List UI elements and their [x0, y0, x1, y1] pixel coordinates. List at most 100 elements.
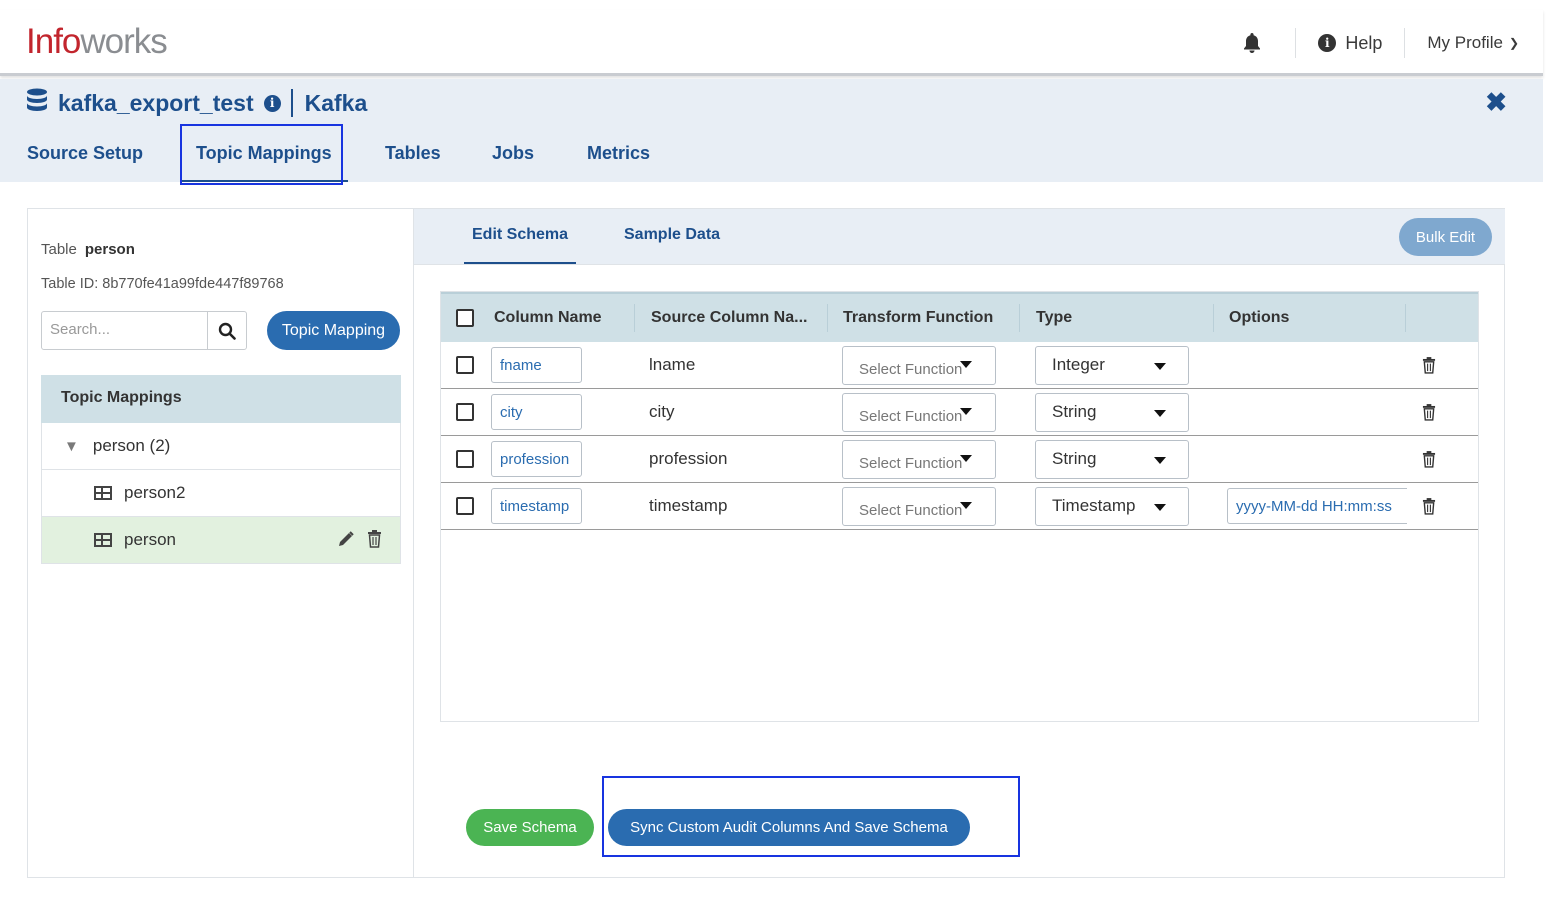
row-checkbox[interactable] — [456, 497, 474, 515]
save-schema-button[interactable]: Save Schema — [466, 809, 594, 846]
select-function-label: Select Function — [859, 454, 963, 472]
tree-item-label: person — [124, 530, 176, 549]
col-header-options[interactable]: Options — [1229, 294, 1289, 342]
column-name-input[interactable]: profession — [491, 441, 582, 477]
info-icon: i — [1318, 34, 1337, 52]
chevron-down-icon: ❯ — [1508, 36, 1519, 50]
col-divider — [1405, 304, 1406, 332]
close-icon[interactable]: ✖ — [1485, 87, 1507, 118]
database-icon — [26, 88, 48, 118]
select-all-checkbox-cell — [456, 294, 474, 342]
tree-item-label: person (2) — [92, 436, 171, 455]
help-link[interactable]: i Help — [1318, 33, 1382, 54]
source-name: kafka_export_test — [58, 89, 254, 116]
type-select[interactable]: Integer — [1035, 345, 1189, 385]
col-header-type[interactable]: Type — [1036, 294, 1072, 342]
profile-label: My Profile — [1427, 33, 1503, 52]
delete-row-button[interactable] — [1422, 389, 1436, 435]
type-select[interactable]: String — [1035, 392, 1189, 432]
select-function-label: Select Function — [859, 501, 963, 519]
options-format-input[interactable]: yyyy-MM-dd HH:mm:ss — [1227, 488, 1407, 524]
delete-row-button[interactable] — [1422, 342, 1436, 388]
collapse-triangle-icon[interactable]: ▼ — [64, 438, 79, 455]
column-name-input[interactable]: timestamp — [491, 488, 582, 524]
caret-down-icon — [960, 501, 972, 509]
help-label: Help — [1345, 32, 1383, 53]
type-value: String — [1052, 402, 1097, 421]
type-value: Integer — [1052, 355, 1105, 374]
col-header-column-name[interactable]: Column Name — [494, 294, 602, 342]
highlight-box-topic-mappings — [180, 124, 343, 185]
search-button[interactable] — [208, 312, 246, 349]
table-label: Table — [41, 241, 77, 258]
infoworks-logo[interactable]: Infoworks — [26, 22, 168, 62]
search-icon — [218, 322, 236, 340]
source-column-name: profession — [649, 449, 728, 468]
top-bar: Infoworks i Help My Profile ❯ — [0, 10, 1543, 76]
search-box: Search... — [41, 311, 247, 350]
tab-edit-schema[interactable]: Edit Schema — [463, 226, 577, 264]
tree-group-person[interactable]: ▼ person (2) — [41, 423, 401, 470]
table-label-row: Table person — [41, 241, 135, 258]
highlight-box-sync-button — [602, 776, 1020, 857]
tab-jobs[interactable]: Jobs — [492, 143, 534, 164]
schema-subtabs: Edit Schema Sample Data Bulk Edit — [414, 209, 1505, 265]
tab-tables[interactable]: Tables — [385, 143, 441, 164]
type-value: Timestamp — [1052, 496, 1136, 515]
row-checkbox[interactable] — [456, 356, 474, 374]
table-row: timestamp timestamp Select Function Time… — [441, 483, 1478, 530]
tree-item-label: person2 — [124, 483, 186, 502]
tab-source-setup[interactable]: Source Setup — [27, 143, 143, 164]
divider — [1404, 28, 1406, 58]
row-checkbox[interactable] — [456, 450, 474, 468]
trash-icon — [1422, 403, 1436, 421]
topic-mapping-button[interactable]: Topic Mapping — [267, 311, 400, 350]
search-input[interactable]: Search... — [42, 312, 208, 349]
row-checkbox[interactable] — [456, 403, 474, 421]
caret-down-icon — [1154, 362, 1166, 370]
left-pane: Table person Table ID: 8b770fe41a99fde447… — [28, 209, 414, 877]
delete-row-button[interactable] — [1422, 436, 1436, 482]
col-header-transform-function[interactable]: Transform Function — [843, 294, 993, 342]
tab-metrics[interactable]: Metrics — [587, 143, 650, 164]
transform-function-select[interactable]: Select Function — [842, 486, 996, 526]
type-select[interactable]: String — [1035, 439, 1189, 479]
column-name-input[interactable]: fname — [491, 347, 582, 383]
select-all-checkbox[interactable] — [456, 309, 474, 327]
tree-item-person2[interactable]: person2 — [41, 470, 401, 517]
source-column-name: timestamp — [649, 496, 728, 515]
table-icon — [94, 533, 112, 547]
source-column-name: lname — [649, 355, 696, 374]
tab-sample-data[interactable]: Sample Data — [624, 226, 720, 244]
table-row: city city Select Function String — [441, 389, 1478, 436]
transform-function-select[interactable]: Select Function — [842, 345, 996, 385]
transform-function-select[interactable]: Select Function — [842, 439, 996, 479]
transform-function-select[interactable]: Select Function — [842, 392, 996, 432]
trash-icon[interactable] — [367, 530, 382, 548]
col-header-source-column[interactable]: Source Column Na... — [651, 294, 807, 342]
tree-item-person[interactable]: person — [41, 517, 401, 564]
type-value: String — [1052, 449, 1097, 468]
source-type: Kafka — [304, 89, 368, 116]
topic-mappings-tree: Topic Mappings ▼ person (2) person2 pers… — [41, 375, 401, 564]
trash-icon — [1422, 497, 1436, 515]
col-divider — [1019, 304, 1020, 332]
caret-down-icon — [960, 454, 972, 462]
source-info-icon[interactable]: i — [263, 94, 281, 112]
table-icon — [94, 486, 112, 500]
delete-row-button[interactable] — [1422, 483, 1436, 529]
select-function-label: Select Function — [859, 407, 963, 425]
table-id: Table ID: 8b770fe41a99fde447f89768 — [41, 276, 284, 292]
schema-grid: Column Name Source Column Na... Transfor… — [440, 291, 1479, 722]
caret-down-icon — [960, 360, 972, 368]
my-profile-menu[interactable]: My Profile ❯ — [1427, 33, 1519, 53]
type-select[interactable]: Timestamp — [1035, 486, 1189, 526]
table-row: profession profession Select Function St… — [441, 436, 1478, 483]
table-name: person — [84, 241, 135, 258]
pencil-icon[interactable] — [337, 530, 355, 548]
notifications-bell-icon[interactable] — [1241, 32, 1263, 54]
col-divider — [634, 304, 635, 332]
bulk-edit-button[interactable]: Bulk Edit — [1399, 218, 1492, 256]
column-name-input[interactable]: city — [491, 394, 582, 430]
trash-icon — [1422, 450, 1436, 468]
